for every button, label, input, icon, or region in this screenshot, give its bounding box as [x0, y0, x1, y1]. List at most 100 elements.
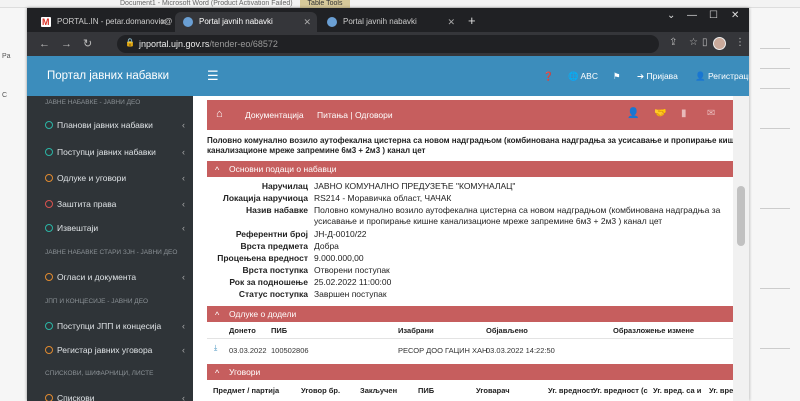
- share-icon[interactable]: ⇪: [669, 37, 677, 48]
- sidebar-item-reports[interactable]: Извештаји ‹: [27, 217, 193, 239]
- tab-gmail[interactable]: PORTAL.IN - petar.domanovic@... ✕: [33, 12, 173, 32]
- tab-title: Portal javnih nabavki: [199, 17, 273, 26]
- page-scrollbar[interactable]: [733, 96, 749, 401]
- circle-icon: [45, 394, 53, 401]
- sidebar-item-ppp[interactable]: Поступци ЈПП и концесија ‹: [27, 315, 193, 337]
- chevron-left-icon: ‹: [182, 345, 185, 355]
- column-header: ПИБ: [418, 386, 435, 395]
- award-published: 03.03.2022 14:22:50: [486, 346, 555, 355]
- help-icon[interactable]: ❓: [543, 56, 554, 96]
- sidebar-item-decisions[interactable]: Одлуке и уговори ‹: [27, 167, 193, 189]
- sidebar-item-protection[interactable]: Заштита права ‹: [27, 193, 193, 215]
- home-icon[interactable]: ⌂: [216, 108, 223, 120]
- field-value: Добра: [314, 241, 339, 251]
- new-tab-button[interactable]: +: [468, 12, 476, 30]
- browser-toolbar: ← → ↻ 🔒 jnportal.ujn.gov.rs/tender-eo/68…: [27, 32, 749, 56]
- hamburger-icon[interactable]: ☰: [207, 68, 219, 84]
- column-header: Објављено: [486, 326, 528, 335]
- word-title-strip: Document1 - Microsoft Word (Product Acti…: [0, 0, 800, 8]
- circle-icon: [45, 200, 53, 208]
- sidepanel-icon[interactable]: ▯: [702, 37, 708, 48]
- column-header: Уг. вредност (с: [593, 386, 648, 395]
- section-awards[interactable]: Одлуке о додели: [207, 306, 733, 323]
- mail-icon[interactable]: ✉: [707, 108, 715, 119]
- field-label: Врста предмета: [240, 241, 308, 251]
- web-page: Портал јавних набавки ЈАВНЕ НАБАВКЕ - ЈА…: [27, 56, 749, 401]
- column-header: Предмет / партија: [213, 386, 280, 395]
- back-icon[interactable]: ←: [39, 37, 50, 51]
- sidebar-item-ads[interactable]: Огласи и документа ‹: [27, 266, 193, 288]
- chevron-down-icon[interactable]: ⌄: [667, 10, 675, 21]
- tender-toolbar: ⌂ Документација Питања | Одговори 👤 🤝 ▮ …: [207, 100, 733, 130]
- language-switch[interactable]: 🌐 ABC: [568, 56, 598, 96]
- column-header: Уг. вред. са и: [653, 386, 702, 395]
- close-window-icon[interactable]: ✕: [731, 10, 739, 21]
- maximize-icon[interactable]: ☐: [709, 10, 718, 21]
- close-icon[interactable]: ✕: [159, 12, 167, 32]
- forward-icon[interactable]: →: [61, 37, 72, 51]
- profile-avatar[interactable]: [713, 37, 726, 50]
- field-value: ЈН-Д-0010/22: [314, 229, 367, 239]
- chevron-left-icon: ‹: [182, 173, 185, 183]
- bookmark-star-icon[interactable]: ☆: [689, 37, 698, 48]
- tab-title: PORTAL.IN - petar.domanovic@...: [57, 17, 173, 26]
- field-value: 9.000.000,00: [314, 253, 364, 263]
- close-icon[interactable]: ✕: [303, 12, 311, 32]
- word-left-label-2: C: [2, 92, 8, 99]
- flag-icon[interactable]: ⚑: [613, 56, 621, 96]
- menu-dots-icon[interactable]: ⋮: [735, 37, 745, 48]
- chevron-left-icon: ‹: [182, 223, 185, 233]
- main-content: ⌂ Документација Питања | Одговори 👤 🤝 ▮ …: [193, 96, 733, 401]
- tab-title: Portal javnih nabavki: [343, 17, 417, 26]
- circle-icon: [45, 273, 53, 281]
- column-header: Закључен: [360, 386, 398, 395]
- gmail-icon: [41, 12, 51, 32]
- minimize-icon[interactable]: —: [687, 10, 697, 21]
- award-selected: РЕСОР ДОО ГАЦИН ХАН: [398, 346, 488, 355]
- word-table-tools[interactable]: Table Tools: [300, 0, 350, 8]
- field-label: Локација наручиоца: [222, 193, 308, 203]
- circle-icon: [45, 322, 53, 330]
- tab-documentation[interactable]: Документација: [245, 100, 304, 130]
- tab-portal-active[interactable]: Portal javnih nabavki ✕: [175, 12, 317, 32]
- handshake-icon[interactable]: 🤝: [654, 108, 666, 119]
- close-icon[interactable]: ✕: [447, 12, 455, 32]
- column-header: Уговор бр.: [301, 386, 341, 395]
- circle-icon: [45, 121, 53, 129]
- column-header: Уг. вред. са и: [709, 386, 733, 395]
- login-link[interactable]: ➔ Пријава: [637, 56, 678, 96]
- site-brand[interactable]: Портал јавних набавки: [27, 56, 193, 96]
- award-pib: 100502806: [271, 346, 309, 355]
- lock-icon[interactable]: 🔒: [125, 38, 135, 47]
- sidebar-header: ЈАВНЕ НАБАВКЕ - ЈАВНИ ДЕО: [45, 99, 141, 106]
- field-value: Половно комунално возило аутофекална цис…: [314, 205, 721, 226]
- scrollbar-thumb[interactable]: [737, 186, 745, 246]
- register-link[interactable]: 👤 Регистрација: [695, 56, 749, 96]
- column-header: Уг. вредност: [548, 386, 594, 395]
- tab-questions-answers[interactable]: Питања | Одговори: [317, 100, 393, 130]
- sidebar-item-register[interactable]: Регистар јавних уговора ‹: [27, 339, 193, 361]
- word-left-label-1: Pa: [2, 53, 11, 60]
- section-contracts[interactable]: Уговори: [207, 364, 733, 381]
- chevron-left-icon: ‹: [182, 272, 185, 282]
- sidebar-item-lists[interactable]: Спискови ‹: [27, 387, 193, 401]
- download-icon[interactable]: ⤓: [214, 343, 217, 353]
- field-value: ЈАВНО КОМУНАЛНО ПРЕДУЗЕЋЕ "КОМУНАЛАЦ": [314, 181, 516, 191]
- section-basic-data[interactable]: Основни подаци о набавци: [207, 161, 733, 178]
- user-add-icon[interactable]: 👤: [627, 108, 639, 119]
- screen: Document1 - Microsoft Word (Product Acti…: [0, 0, 800, 401]
- sidebar-item-procedures[interactable]: Поступци јавних набавки ‹: [27, 141, 193, 163]
- word-left-panel: Pa C: [0, 8, 28, 401]
- field-label: Наручилац: [261, 181, 308, 191]
- divider: [207, 338, 733, 339]
- tab-portal[interactable]: Portal javnih nabavki ✕: [319, 12, 461, 32]
- circle-icon: [45, 224, 53, 232]
- document-icon[interactable]: ▮: [681, 108, 687, 119]
- globe-icon: [183, 17, 193, 27]
- reload-icon[interactable]: ↻: [83, 37, 92, 51]
- word-right-panel: [750, 8, 800, 401]
- column-header: Уговарач: [476, 386, 510, 395]
- chevron-left-icon: ‹: [182, 147, 185, 157]
- address-bar[interactable]: 🔒 jnportal.ujn.gov.rs/tender-eo/68572: [117, 35, 659, 53]
- sidebar-item-plans[interactable]: Планови јавних набавки ‹: [27, 114, 193, 136]
